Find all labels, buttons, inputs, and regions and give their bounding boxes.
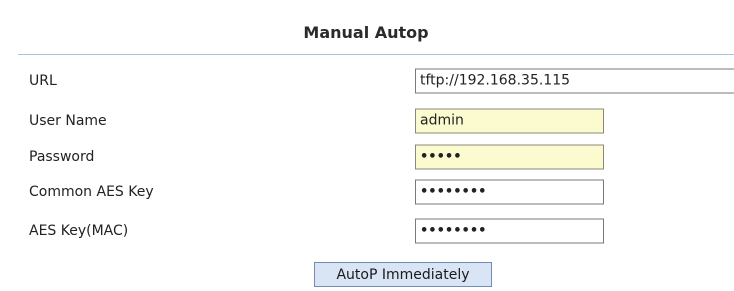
aes-key-mac-label: AES Key(MAC) [29,223,129,239]
section-title: Manual Autop [303,22,429,42]
autop-immediately-button[interactable]: AutoP Immediately [314,262,492,287]
url-row: URL tftp://192.168.35.115 [18,66,734,96]
username-row: User Name admin [18,106,734,136]
common-aes-key-label: Common AES Key [29,184,154,200]
username-input[interactable]: admin [415,108,604,134]
url-input[interactable]: tftp://192.168.35.115 [415,68,734,94]
aes-key-mac-row: AES Key(MAC) •••••••• [18,216,734,246]
username-label: User Name [29,113,107,129]
aes-key-mac-input[interactable]: •••••••• [415,218,604,244]
password-row: Password ••••• [18,142,734,172]
url-label: URL [29,73,57,89]
common-aes-key-row: Common AES Key •••••••• [18,177,734,207]
common-aes-key-input[interactable]: •••••••• [415,179,604,205]
password-input[interactable]: ••••• [415,144,604,170]
manual-autop-panel: Manual Autop URL tftp://192.168.35.115 U… [18,0,734,291]
password-label: Password [29,149,95,165]
section-header: Manual Autop [18,10,734,55]
